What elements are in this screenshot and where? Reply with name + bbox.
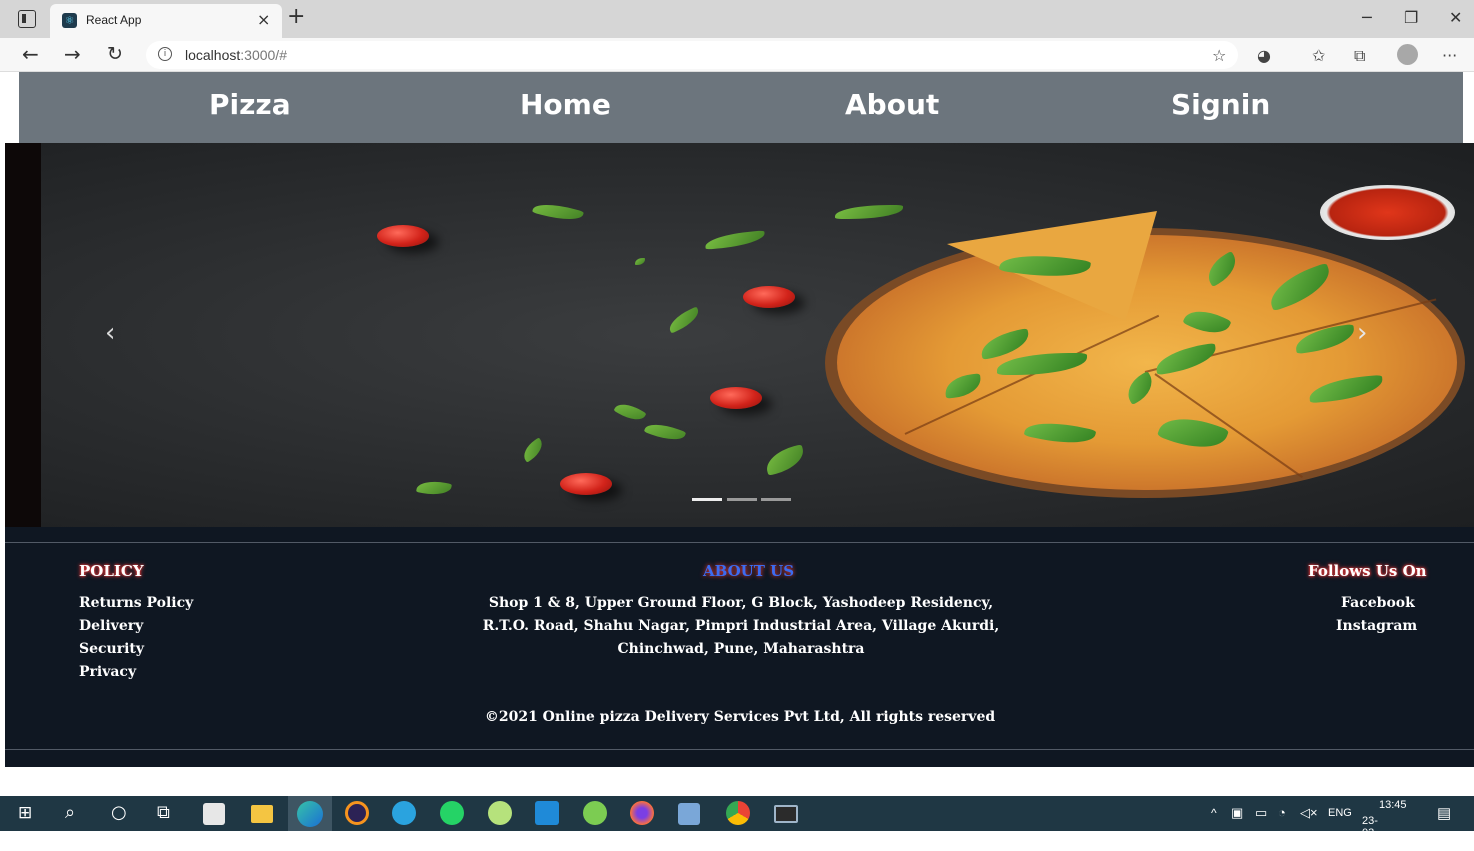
footer-divider <box>5 542 1474 543</box>
carousel-next-icon[interactable]: › <box>1357 318 1367 348</box>
site-navbar: Pizza Home About Signin <box>19 72 1463 143</box>
minimize-icon[interactable]: ─ <box>1362 8 1372 27</box>
tomato-image <box>710 387 762 409</box>
instagram-link[interactable]: Instagram <box>1336 618 1417 634</box>
delivery-link[interactable]: Delivery <box>79 618 143 634</box>
tray-chevron-icon[interactable]: ^ <box>1211 806 1217 820</box>
basil-leaf-image <box>613 398 647 426</box>
nav-link-home[interactable]: Home <box>520 88 611 121</box>
browser-tab-bar: ⚛ React App × + ─ ❐ ✕ <box>0 0 1474 38</box>
profile-icon[interactable] <box>1397 44 1418 65</box>
basil-leaf-image <box>635 258 645 265</box>
basil-leaf-image <box>643 418 687 446</box>
file-explorer-icon[interactable] <box>251 805 273 823</box>
tab-close-icon[interactable]: × <box>257 10 270 29</box>
whatsapp-icon[interactable] <box>440 801 464 825</box>
basil-leaf-image <box>519 437 547 463</box>
facebook-link[interactable]: Facebook <box>1341 595 1415 611</box>
carousel-prev-icon[interactable]: ‹ <box>105 318 115 348</box>
sidebar-toggle-icon[interactable] <box>18 10 36 28</box>
info-icon[interactable]: i <box>158 47 172 61</box>
new-tab-button[interactable]: + <box>287 6 305 28</box>
extensions-icon[interactable]: ◕ <box>1257 46 1271 65</box>
edge-icon[interactable] <box>297 801 323 827</box>
clock-date[interactable]: 23-03-2021 <box>1362 815 1386 851</box>
privacy-link[interactable]: Privacy <box>79 664 136 680</box>
address-line-2: R.T.O. Road, Shahu Nagar, Pimpri Industr… <box>482 618 1000 634</box>
browser-tab[interactable]: ⚛ React App × <box>50 4 282 38</box>
vscode-icon[interactable] <box>535 801 559 825</box>
notifications-icon[interactable]: ▤ <box>1437 804 1451 822</box>
follow-heading: Follows Us On <box>1308 562 1427 580</box>
maximize-icon[interactable]: ❐ <box>1404 8 1418 27</box>
back-arrow-icon[interactable]: ← <box>22 43 39 65</box>
url-input[interactable]: i localhost:3000/# <box>146 41 1238 69</box>
volume-icon[interactable]: ◁× <box>1300 805 1318 821</box>
carousel-indicator-1[interactable] <box>692 498 722 501</box>
address-line-1: Shop 1 & 8, Upper Ground Floor, G Block,… <box>488 595 994 611</box>
address-line-3: Chinchwad, Pune, Maharashtra <box>617 641 865 657</box>
read-aloud-icon[interactable]: ☆ <box>1212 46 1226 65</box>
windows-taskbar: ⊞ ⌕ ○ ⧉ ^ ▣ ▭ ◔ ◁× ENG 13:45 23-03-2021 … <box>0 796 1474 851</box>
basil-leaf-image <box>665 306 703 334</box>
chrome-icon[interactable] <box>726 801 750 825</box>
basil-leaf-image <box>835 205 903 219</box>
search-icon[interactable]: ⌕ <box>65 802 75 824</box>
eclipse-icon[interactable] <box>345 801 369 825</box>
sauce-bowl-image <box>1320 185 1455 240</box>
about-heading: ABOUT US <box>703 562 795 580</box>
hero-carousel: ‹ › <box>5 143 1474 527</box>
carousel-edge <box>5 143 41 527</box>
cortana-icon[interactable]: ○ <box>111 802 127 824</box>
store-icon[interactable] <box>203 803 225 825</box>
returns-policy-link[interactable]: Returns Policy <box>79 595 193 611</box>
basil-leaf-image <box>704 230 766 250</box>
pizza-image <box>837 235 1457 490</box>
collections-icon[interactable]: ⧉ <box>1354 46 1365 66</box>
basil-leaf-image <box>532 198 584 226</box>
refresh-icon[interactable]: ↻ <box>107 43 123 65</box>
battery-icon[interactable]: ▭ <box>1255 805 1267 821</box>
telegram-icon[interactable] <box>392 801 416 825</box>
language-indicator[interactable]: ENG <box>1328 807 1352 819</box>
firefox-icon[interactable] <box>630 801 654 825</box>
tomato-image <box>377 225 429 247</box>
tomato-image <box>743 286 795 308</box>
carousel-indicator-3[interactable] <box>761 498 791 501</box>
nav-link-about[interactable]: About <box>845 88 939 121</box>
wifi-icon[interactable]: ◔ <box>1278 805 1286 820</box>
address-bar: ← → ↻ i localhost:3000/# ☆ ◕ ✩ ⧉ ··· <box>0 38 1474 72</box>
terminal-icon[interactable] <box>774 805 798 823</box>
policy-heading: POLICY <box>79 562 144 580</box>
security-link[interactable]: Security <box>79 641 144 657</box>
more-icon[interactable]: ··· <box>1442 46 1457 65</box>
brand-link[interactable]: Pizza <box>209 88 291 121</box>
tomato-image <box>560 473 612 495</box>
basil-leaf-image <box>762 444 808 476</box>
notepad-icon[interactable] <box>678 803 700 825</box>
app-icon-2[interactable] <box>583 801 607 825</box>
basil-leaf-image <box>416 478 452 498</box>
nav-link-signin[interactable]: Signin <box>1171 88 1270 121</box>
window-close-icon[interactable]: ✕ <box>1449 8 1462 27</box>
clock-time[interactable]: 13:45 <box>1379 799 1407 811</box>
copyright-text: ©2021 Online pizza Delivery Services Pvt… <box>484 709 996 725</box>
react-favicon-icon: ⚛ <box>62 13 77 28</box>
windows-start-icon[interactable]: ⊞ <box>18 802 32 824</box>
favorites-icon[interactable]: ✩ <box>1312 46 1325 65</box>
tray-app-icon[interactable]: ▣ <box>1231 805 1243 821</box>
footer-divider <box>5 749 1474 750</box>
carousel-indicator-2[interactable] <box>727 498 757 501</box>
url-text: localhost:3000/# <box>185 47 287 63</box>
forward-arrow-icon[interactable]: → <box>64 43 81 65</box>
tab-title: React App <box>86 13 142 27</box>
site-footer: POLICY Returns Policy Delivery Security … <box>5 527 1474 767</box>
app-icon[interactable] <box>488 801 512 825</box>
task-view-icon[interactable]: ⧉ <box>157 802 170 824</box>
